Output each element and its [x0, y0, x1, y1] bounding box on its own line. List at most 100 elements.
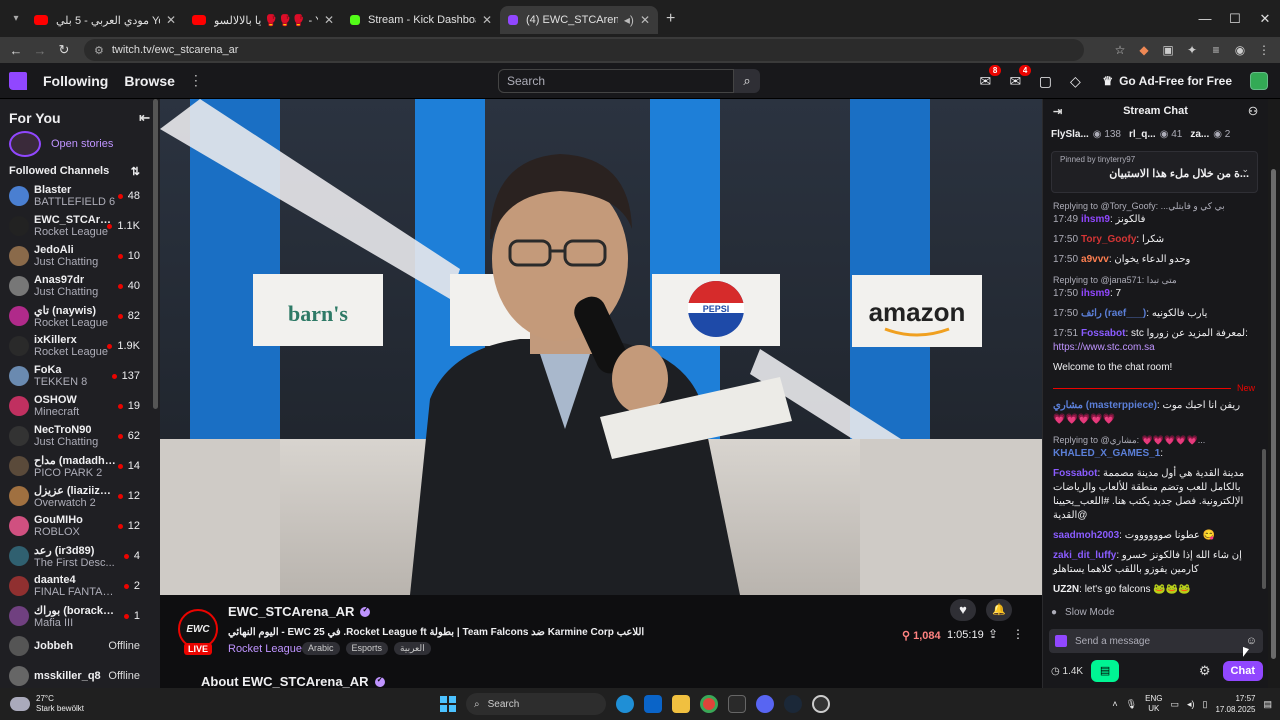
- sidebar-channel[interactable]: GouMIHo ROBLOX 12: [0, 511, 160, 541]
- mic-icon[interactable]: 🎙: [1126, 699, 1137, 710]
- channel-points-icon[interactable]: [1055, 635, 1067, 647]
- language-indicator[interactable]: ENG UK: [1145, 694, 1162, 714]
- sidebar-channel[interactable]: عزيزل (liaziiz_sa)Overwatch 2 12: [0, 481, 160, 511]
- terminal-icon[interactable]: [728, 695, 746, 713]
- chat-username[interactable]: ihsm9: [1081, 214, 1110, 225]
- page-scrollbar-thumb[interactable]: [1271, 169, 1276, 659]
- leader-entry[interactable]: rl_q... ◉ 41: [1129, 129, 1182, 140]
- chevron-down-icon[interactable]: ⌄: [1241, 164, 1249, 175]
- inbox-icon[interactable]: ✉ 4: [1006, 64, 1032, 90]
- sidebar-scrollbar[interactable]: [153, 99, 158, 409]
- sidebar-channel[interactable]: Jobbeh Offline: [0, 631, 160, 661]
- sidebar-channel[interactable]: بوراك (borackm... Mafia III 1: [0, 601, 160, 631]
- menu-icon[interactable]: ⋮: [1256, 43, 1272, 57]
- open-stories-button[interactable]: Open stories: [0, 129, 160, 159]
- close-icon[interactable]: ✕: [324, 13, 334, 27]
- chat-username[interactable]: ihsm9: [1081, 288, 1110, 299]
- chat-username[interactable]: saadmoh2003: [1053, 530, 1119, 541]
- new-tab-button[interactable]: +: [666, 10, 675, 28]
- extension-icon[interactable]: ◆: [1136, 43, 1152, 57]
- outlook-icon[interactable]: [644, 695, 662, 713]
- sidebar-channel[interactable]: Anas97dr Just Chatting 40: [0, 271, 160, 301]
- collapse-chat-icon[interactable]: ⇥: [1053, 105, 1062, 118]
- forward-icon[interactable]: →: [28, 43, 52, 58]
- chat-username[interactable]: Fossabot: [1081, 328, 1125, 339]
- battery-icon[interactable]: ▯: [1202, 699, 1207, 710]
- tab-search-button[interactable]: ▾: [6, 9, 26, 29]
- bookmark-star-icon[interactable]: ☆: [1112, 43, 1128, 57]
- user-avatar[interactable]: [1250, 72, 1268, 90]
- ad-free-button[interactable]: ♛ Go Ad-Free for Free: [1096, 70, 1238, 92]
- browser-tab-active[interactable]: (4) EWC_STCArena_AR - Tw ◂) ✕: [500, 6, 658, 34]
- url-field[interactable]: ⚙ twitch.tv/ewc_stcarena_ar: [84, 39, 1084, 61]
- crown-icon[interactable]: ◇: [1066, 73, 1084, 90]
- tag[interactable]: العربية: [394, 642, 431, 655]
- weather-widget[interactable]: 27°C Stark bewölkt: [10, 694, 84, 714]
- follow-heart-button[interactable]: ♥: [950, 599, 976, 621]
- chat-username[interactable]: zaki_dit_luffy: [1053, 550, 1116, 561]
- community-icon[interactable]: ⚇: [1248, 105, 1258, 118]
- search-icon[interactable]: ⌕: [734, 69, 760, 93]
- extension-icon[interactable]: ▣: [1160, 43, 1176, 57]
- sidebar-channel[interactable]: msskiller_q8 Offline: [0, 661, 160, 688]
- channel-name[interactable]: EWC_STCArena_AR: [228, 604, 371, 619]
- sort-icon[interactable]: ⇅: [131, 165, 140, 178]
- whispers-icon[interactable]: ▢: [1036, 73, 1054, 90]
- sidebar-channel[interactable]: Blaster BATTLEFIELD 6 48: [0, 181, 160, 211]
- leader-entry[interactable]: FlySla... ◉ 138: [1051, 129, 1121, 140]
- sidebar-channel[interactable]: OSHOW Minecraft 19: [0, 391, 160, 421]
- tag[interactable]: Esports: [345, 642, 389, 655]
- following-link[interactable]: Following: [43, 73, 108, 89]
- chrome-icon[interactable]: [700, 695, 718, 713]
- game-link[interactable]: Rocket League: [228, 643, 302, 655]
- close-window-icon[interactable]: ✕: [1250, 0, 1280, 37]
- volume-icon[interactable]: ◂): [1187, 699, 1195, 710]
- discord-icon[interactable]: [756, 695, 774, 713]
- page-scrollbar[interactable]: [1268, 99, 1280, 688]
- profile-icon[interactable]: ◉: [1232, 43, 1248, 57]
- sidebar-channel[interactable]: EWC_STCArena...Rocket League1.1K: [0, 211, 160, 241]
- leader-entry[interactable]: za... ◉ 2: [1190, 129, 1230, 140]
- reload-icon[interactable]: ↻: [52, 42, 76, 58]
- speaker-icon[interactable]: ◂): [624, 13, 634, 27]
- close-icon[interactable]: ✕: [166, 13, 176, 27]
- back-icon[interactable]: ←: [4, 43, 28, 58]
- chat-username[interactable]: مشاري (masterppiece): [1053, 400, 1157, 411]
- message-link[interactable]: https://www.stc.com.sa: [1053, 342, 1155, 353]
- collapse-sidebar-icon[interactable]: ⇤: [139, 110, 150, 126]
- sidebar-channel[interactable]: FoKa TEKKEN 8 137: [0, 361, 160, 391]
- site-info-icon[interactable]: ⚙: [94, 44, 104, 57]
- notification-bell-button[interactable]: 🔔: [986, 599, 1012, 621]
- browser-tab[interactable]: مودي العربي - 5 بلي YouTube ✕: [26, 6, 184, 34]
- video-player[interactable]: barn's PEPSI amazon: [160, 99, 1042, 595]
- browser-tab[interactable]: Stream - Kick Dashboard ✕: [342, 6, 500, 34]
- file-explorer-icon[interactable]: [672, 695, 690, 713]
- chevron-up-icon[interactable]: ˄: [1112, 699, 1117, 709]
- sidebar-channel[interactable]: daante4 FINAL FANTAS... 2: [0, 571, 160, 601]
- sidebar-channel[interactable]: تاي (naywis) Rocket League 82: [0, 301, 160, 331]
- share-icon[interactable]: ⇪: [988, 627, 998, 641]
- chat-username[interactable]: UZ2N: [1053, 584, 1079, 595]
- taskbar-search[interactable]: ⌕ Search: [466, 693, 606, 715]
- clock[interactable]: 17:57 17.08.2025: [1215, 693, 1255, 715]
- minimize-icon[interactable]: —: [1190, 0, 1220, 37]
- browse-link[interactable]: Browse: [124, 73, 175, 89]
- search-input[interactable]: Search: [498, 69, 734, 93]
- chat-username[interactable]: a9vvv: [1081, 254, 1109, 265]
- sidebar-channel[interactable]: JedoAli Just Chatting 10: [0, 241, 160, 271]
- emote-picker-icon[interactable]: ☺: [1246, 635, 1257, 647]
- network-icon[interactable]: ▭: [1170, 699, 1179, 710]
- gift-icon[interactable]: ▤: [1091, 660, 1120, 682]
- pinned-message[interactable]: Pinned by tinyterry97 ...ة من خلال ملء ه…: [1051, 151, 1258, 193]
- sidebar-channel[interactable]: ixKillerx Rocket League 1.9K: [0, 331, 160, 361]
- more-options-icon[interactable]: ⋮: [1012, 627, 1024, 641]
- chat-settings-icon[interactable]: ⚙: [1199, 663, 1211, 679]
- sidebar-channel[interactable]: مداح (madadhaa) PICO PARK 2 14: [0, 451, 160, 481]
- tag[interactable]: Arabic: [302, 642, 340, 655]
- close-icon[interactable]: ✕: [482, 13, 492, 27]
- media-control-icon[interactable]: ≡: [1208, 43, 1224, 57]
- steam-icon[interactable]: [784, 695, 802, 713]
- sidebar-channel[interactable]: NecTroN90 Just Chatting 62: [0, 421, 160, 451]
- edge-icon[interactable]: [616, 695, 634, 713]
- chat-send-button[interactable]: Chat: [1222, 661, 1263, 681]
